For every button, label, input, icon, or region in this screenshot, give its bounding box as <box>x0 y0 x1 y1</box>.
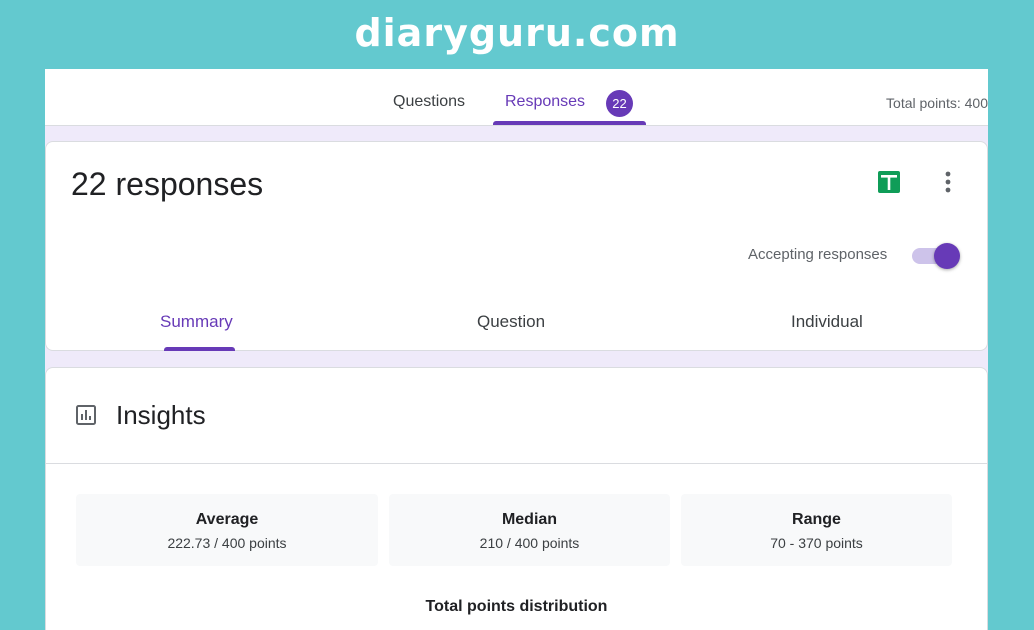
responses-count-title: 22 responses <box>71 166 264 202</box>
responses-summary-card: 22 responses Accepting responses Summary… <box>45 141 988 351</box>
accepting-responses-toggle[interactable] <box>910 242 960 270</box>
average-stat: Average 222.73 / 400 points <box>76 494 378 566</box>
range-value: 70 - 370 points <box>770 535 863 551</box>
active-tab-indicator <box>493 121 646 125</box>
tab-responses[interactable]: Responses 22 <box>493 69 646 126</box>
brand-watermark: diaryguru.com <box>354 11 680 55</box>
range-stat: Range 70 - 370 points <box>681 494 952 566</box>
responses-count-badge: 22 <box>606 90 633 117</box>
google-sheets-icon[interactable] <box>877 170 901 194</box>
form-top-tabs: Questions Responses 22 Total points: 400 <box>45 69 988 126</box>
average-label: Average <box>195 511 259 528</box>
tab-questions-label: Questions <box>393 93 466 110</box>
total-points-label: Total points: 400 <box>886 95 988 111</box>
more-vert-icon[interactable] <box>936 168 960 196</box>
tab-questions[interactable]: Questions <box>393 69 465 126</box>
subtab-question[interactable]: Question <box>477 312 545 332</box>
insights-card: Insights Average 222.73 / 400 points Med… <box>45 367 988 630</box>
active-subtab-indicator <box>164 347 235 351</box>
average-value: 222.73 / 400 points <box>167 535 287 551</box>
insights-chart-icon <box>76 405 96 425</box>
accepting-responses-label: Accepting responses <box>748 246 888 263</box>
subtab-summary[interactable]: Summary <box>160 312 233 332</box>
median-stat: Median 210 / 400 points <box>389 494 670 566</box>
subtab-individual[interactable]: Individual <box>791 312 863 332</box>
toggle-knob <box>934 243 960 269</box>
median-value: 210 / 400 points <box>479 535 580 551</box>
tab-responses-label: Responses <box>505 93 586 110</box>
median-label: Median <box>501 511 558 528</box>
insights-title: Insights <box>116 400 206 430</box>
total-points-distribution-title: Total points distribution <box>425 598 608 615</box>
forms-responses-view: Questions Responses 22 Total points: 400… <box>45 69 988 630</box>
insights-divider <box>46 463 987 464</box>
range-label: Range <box>792 511 841 528</box>
